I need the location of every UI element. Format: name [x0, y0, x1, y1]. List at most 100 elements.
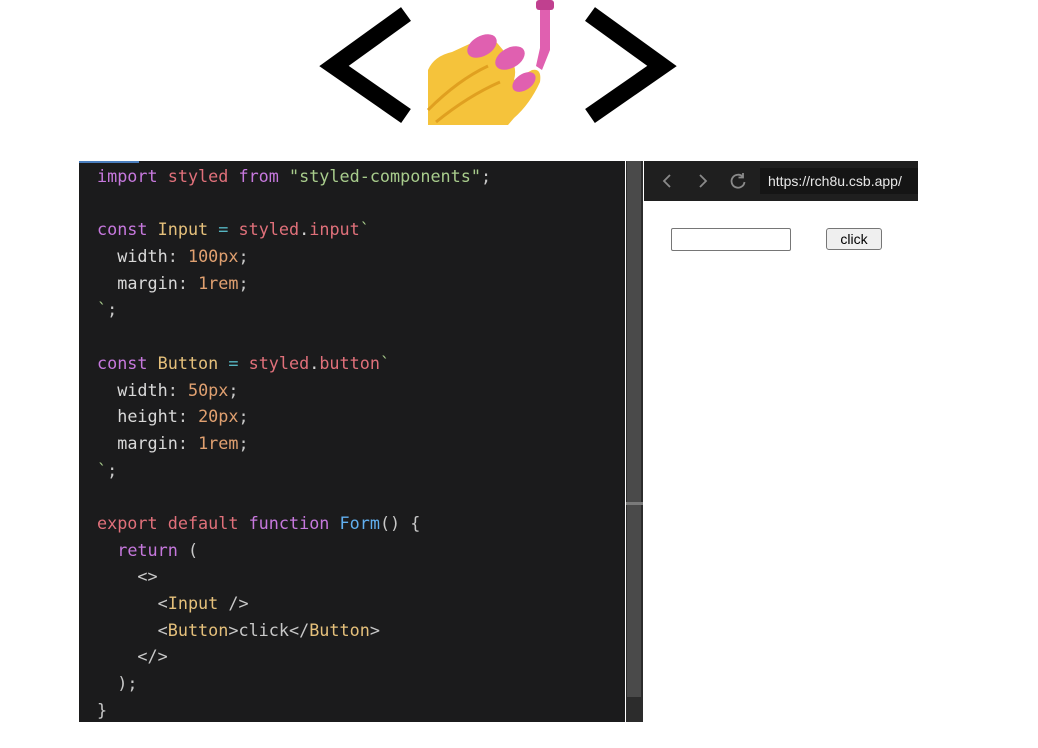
reload-icon[interactable]	[728, 171, 748, 191]
code-token: `	[359, 219, 370, 240]
code-line: margin: 1rem;	[97, 270, 491, 297]
code-editor[interactable]: import styled from "styled-components"; …	[79, 161, 625, 722]
chevron-right-icon[interactable]	[692, 171, 712, 191]
code-token: default	[167, 512, 239, 533]
code-token: Input	[167, 593, 219, 613]
code-line: return (	[97, 537, 491, 564]
code-token: >click</	[228, 619, 310, 640]
code-line: `;	[97, 457, 491, 484]
code-token: }	[97, 699, 108, 720]
code-token: .	[309, 352, 320, 373]
code-line: width: 100px;	[97, 243, 491, 270]
code-token: :	[177, 406, 199, 427]
code-token: styled	[248, 352, 310, 373]
code-token: Form	[339, 512, 380, 533]
code-token: button	[319, 352, 380, 373]
editor-scrollbar[interactable]	[626, 161, 643, 722]
preview-text-input[interactable]	[671, 228, 791, 251]
code-token: export	[97, 512, 158, 533]
code-token: :	[177, 432, 199, 453]
logo	[318, 0, 678, 132]
code-token: import	[97, 166, 158, 186]
code-token: () {	[379, 512, 421, 533]
code-token: 1rem	[198, 272, 239, 293]
code-token: Button	[167, 619, 229, 640]
code-token: :	[167, 379, 188, 400]
code-content[interactable]: import styled from "styled-components"; …	[97, 163, 491, 722]
code-token: margin	[117, 272, 178, 293]
code-token: const	[97, 352, 148, 373]
code-token: 20px	[198, 406, 239, 427]
code-token: "styled-components"	[289, 166, 481, 186]
code-token: return	[117, 539, 178, 560]
code-line: <>	[97, 563, 491, 590]
code-line: `;	[97, 296, 491, 323]
code-line: <Button>click</Button>	[97, 617, 491, 644]
code-token: 100px	[187, 246, 239, 267]
code-line: export default function Form() {	[97, 510, 491, 537]
code-token: function	[248, 512, 330, 533]
code-token: ;	[480, 166, 492, 186]
code-token: ;	[107, 299, 118, 320]
code-token: ;	[238, 406, 249, 427]
code-token: width	[117, 246, 168, 267]
code-line: import styled from "styled-components";	[97, 163, 491, 190]
code-token: from	[238, 166, 279, 186]
code-token: <>	[137, 566, 158, 587]
code-token: Button	[309, 619, 370, 640]
code-token: </>	[137, 646, 168, 667]
browser-toolbar: https://rch8u.csb.app/	[644, 161, 918, 201]
code-token: .	[299, 219, 310, 240]
code-token: />	[218, 593, 249, 613]
code-line: const Button = styled.button`	[97, 350, 491, 377]
click-button[interactable]: click	[826, 228, 882, 250]
code-token: <	[157, 619, 168, 640]
code-token: height	[117, 406, 178, 427]
chevron-left-icon[interactable]	[658, 171, 678, 191]
code-line: const Input = styled.input`	[97, 216, 491, 243]
code-line: }	[97, 697, 491, 722]
code-token: `	[97, 459, 108, 480]
code-token: ;	[238, 246, 249, 267]
code-token: input	[309, 219, 360, 240]
code-token: const	[97, 219, 148, 240]
code-token: 50px	[187, 379, 229, 400]
code-token: Input	[157, 219, 209, 240]
scrollbar-thumb[interactable]	[627, 161, 641, 697]
code-token: ;	[107, 459, 118, 480]
nail-polish-icon	[426, 0, 554, 125]
code-token: ;	[238, 432, 249, 453]
url-bar[interactable]: https://rch8u.csb.app/	[760, 168, 918, 194]
code-token: =	[218, 219, 229, 240]
code-token: Button	[157, 352, 219, 373]
code-token: `	[97, 299, 108, 320]
code-token: :	[177, 272, 199, 293]
code-line: );	[97, 670, 491, 697]
scrollbar-marker	[626, 502, 643, 505]
code-token: =	[228, 352, 239, 373]
code-line: <Input />	[97, 590, 491, 617]
code-token: ;	[238, 272, 249, 293]
code-token: `	[379, 352, 391, 373]
code-token: margin	[117, 432, 178, 453]
code-line: width: 50px;	[97, 377, 491, 404]
code-token: <	[157, 593, 168, 613]
